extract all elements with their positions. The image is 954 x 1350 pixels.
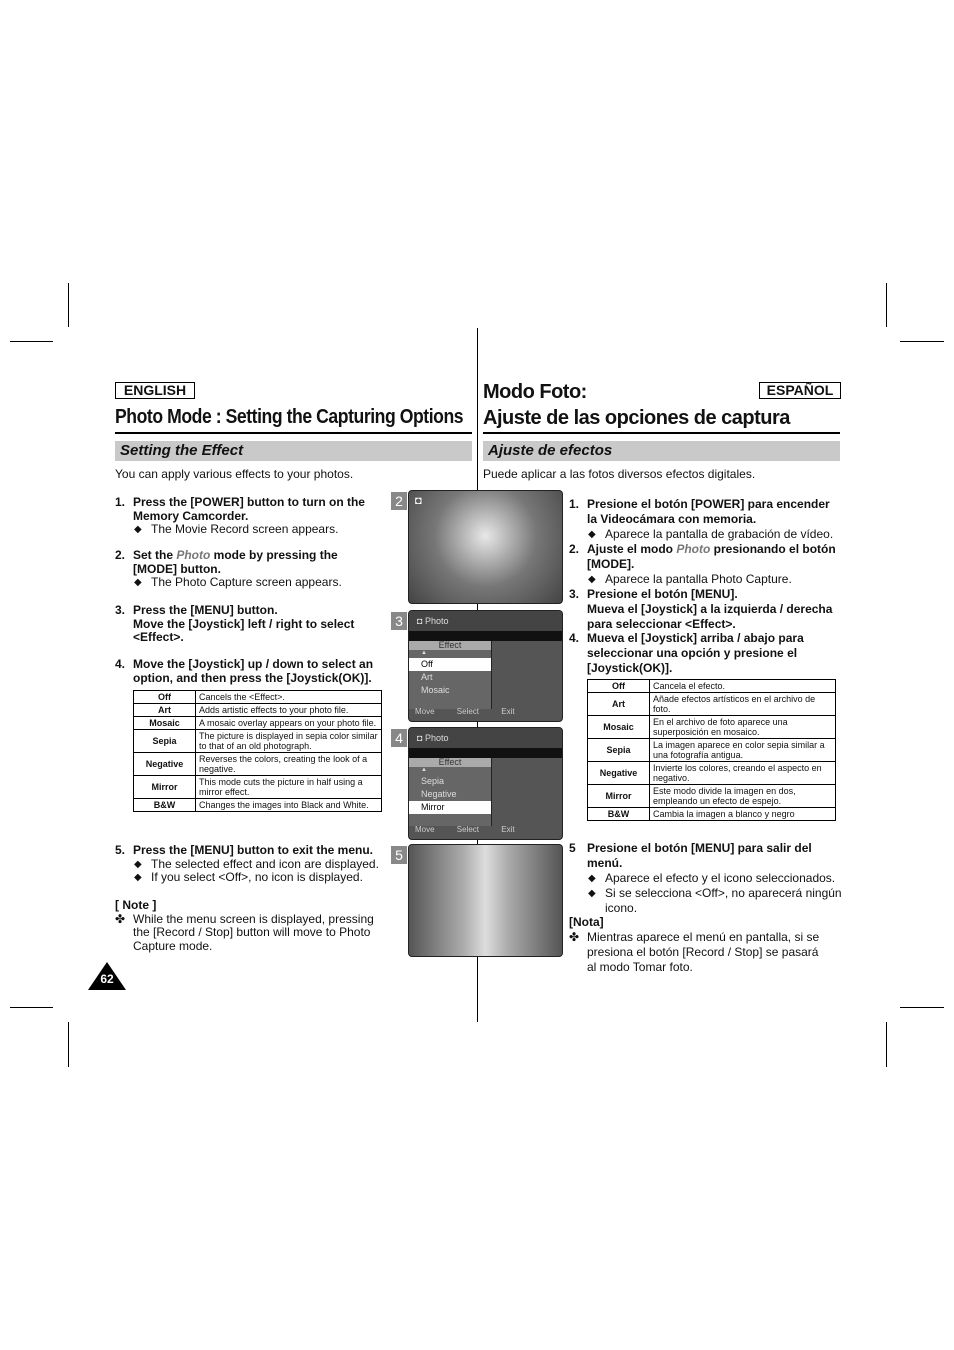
effect-description: En el archivo de foto aparece una superp… [649, 715, 836, 739]
screen-label: 3 [391, 612, 407, 630]
effect-description: Cancela el efecto. [649, 679, 836, 693]
title-rule [115, 432, 472, 434]
effect-description: Invierte los colores, creando el aspecto… [649, 761, 836, 785]
effect-description: Cancels the <Effect>. [195, 690, 382, 704]
effect-name: Sepia [133, 729, 196, 753]
menu-icon-bar [409, 748, 562, 758]
crop-mark [68, 1022, 69, 1067]
table-row: Mosaic En el archivo de foto aparece una … [587, 715, 836, 739]
effect-description: The picture is displayed in sepia color … [195, 729, 382, 753]
effect-description: Changes the images into Black and White. [195, 798, 382, 812]
screen-label: 5 [391, 846, 407, 864]
language-badge: ESPAÑOL [759, 382, 841, 399]
note-icon: ✤ [569, 930, 580, 944]
screen-label: 4 [391, 729, 407, 747]
table-row: Mirror Este modo divide la imagen en dos,… [587, 784, 836, 808]
camera-screen-mirror-photo [408, 844, 563, 957]
menu-item[interactable]: Mosaic [409, 684, 491, 697]
effect-name: Off [133, 690, 196, 704]
table-row: Mirror This mode cuts the picture in half… [133, 775, 382, 799]
step-3: 3. Press the [MENU] button. Move the [Jo… [115, 603, 355, 644]
step-3-es: 3. Presione el botón [MENU]. Mueva el [J… [569, 587, 833, 631]
crop-mark [886, 283, 887, 327]
table-row: Sepia The picture is displayed in sepia c… [133, 729, 382, 753]
table-row: Art Añade efectos artísticos en el archiv… [587, 692, 836, 716]
effect-description: Este modo divide la imagen en dos, emple… [649, 784, 836, 808]
effect-description: Adds artistic effects to your photo file… [195, 703, 382, 717]
crop-mark [900, 341, 944, 342]
effect-name: Off [587, 679, 650, 693]
step-5: 5. Press the [MENU] button to exit the m… [115, 843, 383, 885]
menu-item[interactable]: Sepia [409, 775, 491, 788]
effect-name: Art [587, 692, 650, 716]
page-number: 62 [100, 972, 114, 986]
intro-text: You can apply various effects to your ph… [115, 467, 354, 481]
step-2-es: 2. Ajuste el modo Photo presionando el b… [569, 542, 837, 587]
page-title: Photo Mode : Setting the Capturing Optio… [115, 406, 464, 428]
step-5-es: 5 Presione el botón [MENU] para salir de… [569, 841, 842, 916]
step-1-es: 1. Presione el botón [POWER] para encend… [569, 497, 837, 542]
page-title-es-2: Ajuste de las opciones de captura [483, 407, 790, 429]
crop-mark [10, 341, 53, 342]
menu-icon-bar [409, 631, 562, 641]
note-icon: ✤ [115, 911, 126, 926]
manual-page: ENGLISH Photo Mode : Setting the Capturi… [0, 0, 954, 1350]
page-title-es-1: Modo Foto: [483, 381, 587, 403]
crop-mark [900, 1007, 944, 1008]
table-row: Off Cancels the <Effect>. [133, 690, 382, 704]
step-2: 2. Set the Photo mode by pressing the [M… [115, 548, 383, 590]
section-heading: Setting the Effect [115, 441, 472, 461]
menu-item[interactable]: Art [409, 671, 491, 684]
camera-screen-menu-mirror: ◘ Photo Effect ▲ Sepia Negative Mirror M… [408, 727, 563, 840]
effect-table-es: Off Cancela el efecto. Art Añade efectos ar… [587, 679, 836, 821]
effect-description: A mosaic overlay appears on your photo f… [195, 716, 382, 730]
table-row: B&W Cambia la imagen a blanco y negro [587, 807, 836, 821]
crop-mark [886, 1022, 887, 1067]
table-row: Mosaic A mosaic overlay appears on your p… [133, 716, 382, 730]
note-es: [Nota] ✤ Mientras aparece el menú en pant… [569, 915, 820, 974]
note: [ Note ] ✤ While the menu screen is displ… [115, 898, 374, 953]
table-row: Art Adds artistic effects to your photo f… [133, 703, 382, 717]
camera-icon: ◘ [415, 495, 422, 507]
camera-screen-menu-off: ◘ Photo Effect ▲ Off Art Mosaic Move Sel… [408, 610, 563, 722]
table-row: Sepia La imagen aparece en color sepia si… [587, 738, 836, 762]
language-badge: ENGLISH [115, 382, 195, 399]
camera-icon: ◘ [417, 733, 425, 743]
screen-label: 2 [391, 492, 407, 510]
step-4-es: 4. Mueva el [Joystick] arriba / abajo pa… [569, 631, 804, 675]
effect-name: Negative [587, 761, 650, 785]
effect-description: Añade efectos artísticos en el archivo d… [649, 692, 836, 716]
effect-name: Sepia [587, 738, 650, 762]
menu-item[interactable]: Negative [409, 788, 491, 801]
table-row: Negative Invierte los colores, creando el… [587, 761, 836, 785]
effect-name: Mirror [587, 784, 650, 808]
crop-mark [10, 1007, 53, 1008]
crop-mark [68, 283, 69, 327]
effect-name: Art [133, 703, 196, 717]
step-4: 4. Move the [Joystick] up / down to sele… [115, 657, 374, 685]
effect-description: This mode cuts the picture in half using… [195, 775, 382, 799]
effect-name: Mosaic [587, 715, 650, 739]
menu-item[interactable]: Off [409, 658, 491, 671]
effect-name: B&W [587, 807, 650, 821]
step-1: 1. Press the [POWER] button to turn on t… [115, 495, 378, 537]
effect-table-en: Off Cancels the <Effect>. Art Adds artistic… [133, 690, 382, 812]
effect-description: Cambia la imagen a blanco y negro [649, 807, 836, 821]
table-row: Off Cancela el efecto. [587, 679, 836, 693]
table-row: Negative Reverses the colors, creating th… [133, 752, 382, 776]
menu-item[interactable]: Mirror [409, 801, 491, 814]
effect-name: B&W [133, 798, 196, 812]
effect-name: Mosaic [133, 716, 196, 730]
effect-description: Reverses the colors, creating the look o… [195, 752, 382, 776]
effect-name: Negative [133, 752, 196, 776]
effect-description: La imagen aparece en color sepia similar… [649, 738, 836, 762]
effect-name: Mirror [133, 775, 196, 799]
intro-text: Puede aplicar a las fotos diversos efect… [483, 467, 756, 481]
camera-icon: ◘ [417, 616, 425, 626]
title-rule [483, 432, 840, 434]
section-heading: Ajuste de efectos [483, 441, 840, 461]
camera-screen-photo: ◘ [408, 490, 563, 604]
table-row: B&W Changes the images into Black and Whi… [133, 798, 382, 812]
